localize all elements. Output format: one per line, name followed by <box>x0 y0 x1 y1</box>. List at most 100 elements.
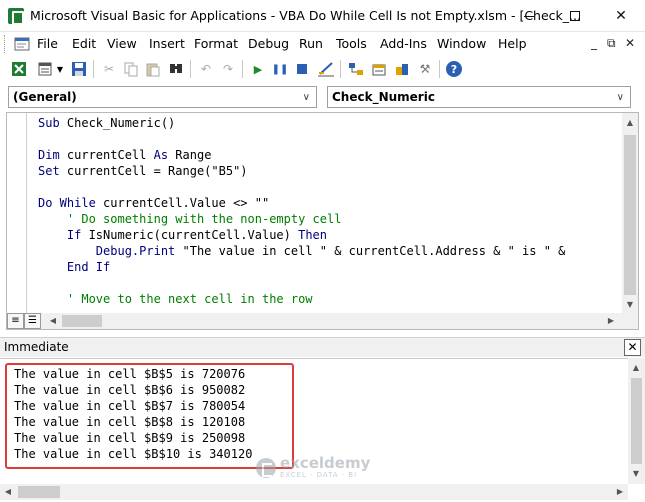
code-line[interactable]: Debug.Print "The value in cell " & curre… <box>38 243 566 259</box>
project-explorer-icon[interactable] <box>347 60 365 78</box>
menu-tools[interactable]: Tools <box>336 36 367 51</box>
design-mode-icon[interactable] <box>317 60 335 78</box>
minimize-icon <box>524 15 534 17</box>
code-token: Range <box>175 148 212 162</box>
code-token: End If <box>38 260 111 274</box>
mdi-close-icon[interactable]: ✕ <box>625 36 635 50</box>
close-button[interactable]: ✕ <box>598 0 644 32</box>
code-line[interactable]: ' Do something with the non-empty cell <box>38 211 342 227</box>
reset-icon[interactable] <box>293 60 311 78</box>
chevron-down-icon[interactable]: ∨ <box>617 92 624 103</box>
break-icon[interactable]: ❚❚ <box>271 60 289 78</box>
save-icon[interactable] <box>70 60 88 78</box>
immediate-window-header: Immediate ✕ <box>0 337 645 357</box>
code-horizontal-scrollbar[interactable]: ≡ ☰ ◀ ▶ <box>7 313 638 329</box>
scroll-up-icon[interactable]: ▲ <box>628 360 644 376</box>
code-token: ' Move to the next cell in the row <box>38 292 313 306</box>
svg-text:?: ? <box>451 63 457 76</box>
procedure-combo-value: Check_Numeric <box>332 90 435 104</box>
code-token: Then <box>298 228 327 242</box>
menu-file[interactable]: File <box>37 36 58 51</box>
scroll-right-icon[interactable]: ▶ <box>612 484 628 500</box>
maximize-icon <box>570 11 580 21</box>
menu-run[interactable]: Run <box>299 36 323 51</box>
help-icon[interactable]: ? <box>445 60 463 78</box>
code-vscroll-thumb[interactable] <box>624 135 636 295</box>
output-highlight-box <box>5 363 294 469</box>
code-hscroll-thumb[interactable] <box>62 315 102 327</box>
scroll-up-icon[interactable]: ▲ <box>622 115 638 131</box>
dropdown-arrow-icon[interactable]: ▼ <box>55 60 65 78</box>
code-token: Check_Numeric() <box>66 116 176 130</box>
object-combo-value: (General) <box>13 90 77 104</box>
menu-edit[interactable]: Edit <box>72 36 96 51</box>
exceldemy-watermark: exceldemy EXCEL · DATA · BI <box>256 456 370 480</box>
code-token: "The value in cell " & currentCell.Addre… <box>182 244 566 258</box>
code-line[interactable]: Set currentCell = Range("B5") <box>38 163 248 179</box>
insert-module-icon[interactable] <box>36 60 54 78</box>
toolbar-separator <box>242 60 243 78</box>
code-token: Set <box>38 164 67 178</box>
code-editor[interactable]: Sub Check_Numeric() Dim currentCell As Ra… <box>28 113 624 313</box>
menu-debug[interactable]: Debug <box>248 36 289 51</box>
menu-help[interactable]: Help <box>498 36 527 51</box>
code-line[interactable]: Do While currentCell.Value <> "" <box>38 195 269 211</box>
toolbar-separator <box>439 60 440 78</box>
undo-icon[interactable]: ↶ <box>197 60 215 78</box>
code-margin-indicator-bar[interactable] <box>7 113 27 313</box>
window-title: Microsoft Visual Basic for Applications … <box>30 8 581 23</box>
properties-icon[interactable] <box>370 60 388 78</box>
menu-add-ins[interactable]: Add-Ins <box>380 36 427 51</box>
scroll-down-icon[interactable]: ▼ <box>622 297 638 313</box>
menu-view[interactable]: View <box>107 36 137 51</box>
code-window-icon[interactable] <box>14 37 30 51</box>
toolbox-icon[interactable]: ⚒ <box>416 60 434 78</box>
code-token: currentCell.Value <> "" <box>103 196 270 210</box>
close-icon[interactable]: ✕ <box>624 339 641 356</box>
procedure-combo[interactable]: Check_Numeric ∨ <box>327 86 631 108</box>
redo-icon[interactable]: ↷ <box>219 60 237 78</box>
scroll-down-icon[interactable]: ▼ <box>628 466 644 482</box>
code-line[interactable]: Sub Check_Numeric() <box>38 115 175 131</box>
immediate-vscroll-thumb[interactable] <box>631 378 642 464</box>
chevron-down-icon[interactable]: ∨ <box>303 92 310 103</box>
scroll-left-icon[interactable]: ◀ <box>45 313 61 329</box>
immediate-hscroll-thumb[interactable] <box>18 486 60 498</box>
immediate-window-title: Immediate <box>4 340 69 354</box>
maximize-button[interactable] <box>552 0 598 32</box>
code-token: If <box>38 228 89 242</box>
menu-grip[interactable] <box>4 35 8 53</box>
minimize-button[interactable] <box>506 0 552 32</box>
mdi-restore-icon[interactable]: ⧉ <box>607 36 616 51</box>
find-icon[interactable] <box>167 60 185 78</box>
mdi-minimize-icon[interactable]: _ <box>591 36 597 50</box>
procedure-view-icon[interactable]: ≡ <box>7 313 24 329</box>
excel-icon[interactable] <box>10 60 28 78</box>
full-module-view-icon[interactable]: ☰ <box>24 313 41 329</box>
paste-icon[interactable] <box>144 60 162 78</box>
run-icon[interactable]: ▶ <box>249 60 267 78</box>
scroll-right-icon[interactable]: ▶ <box>603 313 619 329</box>
cut-icon[interactable]: ✂ <box>100 60 118 78</box>
code-token: Do While <box>38 196 104 210</box>
copy-icon[interactable] <box>122 60 140 78</box>
toolbar-separator <box>190 60 191 78</box>
code-token: Dim <box>38 148 67 162</box>
immediate-horizontal-scrollbar[interactable]: ◀ ▶ <box>0 484 628 500</box>
excel-app-icon <box>8 8 24 25</box>
menu-format[interactable]: Format <box>194 36 238 51</box>
immediate-vertical-scrollbar[interactable]: ▲ ▼ <box>628 358 645 484</box>
code-line[interactable]: ' Move to the next cell in the row <box>38 291 313 307</box>
code-line[interactable]: Dim currentCell As Range <box>38 147 211 163</box>
code-token: currentCell <box>66 148 154 162</box>
menu-insert[interactable]: Insert <box>149 36 185 51</box>
object-browser-icon[interactable] <box>393 60 411 78</box>
code-line[interactable]: End If <box>38 259 110 275</box>
object-combo[interactable]: (General) ∨ <box>8 86 317 108</box>
code-vertical-scrollbar[interactable]: ▲ ▼ <box>622 113 638 313</box>
scroll-left-icon[interactable]: ◀ <box>0 484 16 500</box>
code-token: ' Do something with the non-empty cell <box>38 212 342 226</box>
code-token: IsNumeric(currentCell.Value) <box>88 228 299 242</box>
menu-window[interactable]: Window <box>437 36 486 51</box>
code-line[interactable]: If IsNumeric(currentCell.Value) Then <box>38 227 327 243</box>
